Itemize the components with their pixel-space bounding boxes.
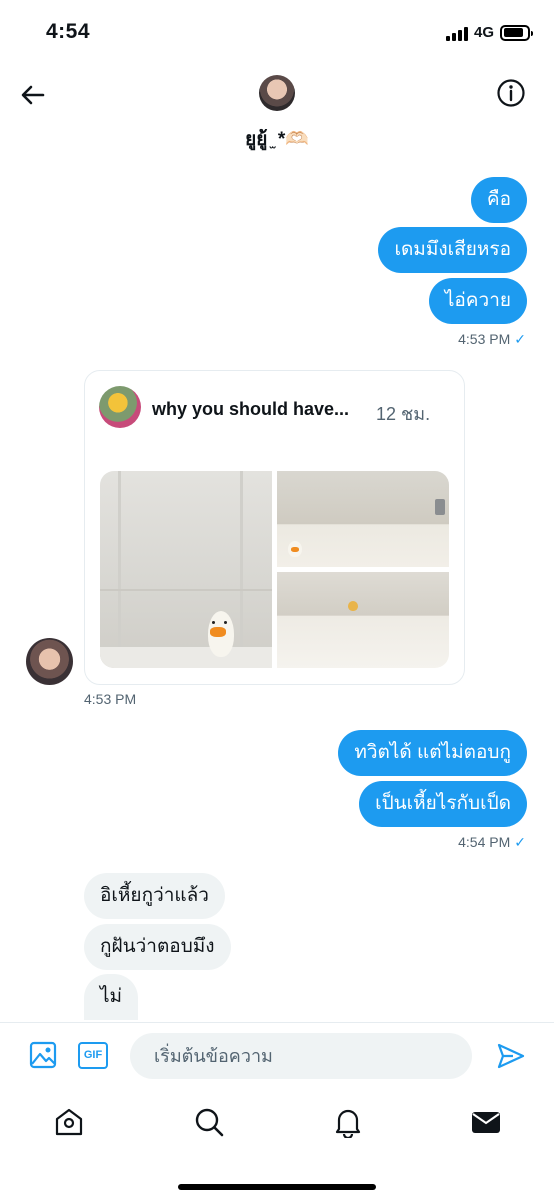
message-composer: GIF	[0, 1022, 554, 1088]
message-timestamp: 4:54 PM ✓	[458, 834, 526, 851]
home-icon	[55, 1108, 83, 1136]
duck-image	[348, 601, 358, 611]
send-button[interactable]	[496, 1041, 526, 1071]
tweet-image[interactable]	[100, 471, 272, 668]
gif-button[interactable]: GIF	[78, 1042, 108, 1069]
search-icon	[195, 1108, 224, 1137]
shared-tweet-card[interactable]: why you should have... 12 ชม.	[84, 370, 465, 685]
timestamp-text: 4:54 PM	[458, 834, 511, 850]
contact-avatar[interactable]	[259, 75, 295, 111]
arrow-left-icon	[21, 85, 45, 105]
tweet-media-grid[interactable]	[100, 471, 449, 668]
status-bar: 4:54 4G	[0, 0, 554, 62]
bottom-tab-bar	[0, 1088, 554, 1200]
outgoing-message[interactable]: เดมมึงเสียหรอ	[378, 227, 527, 273]
add-image-button[interactable]	[29, 1041, 57, 1069]
status-indicators: 4G	[445, 24, 533, 41]
timestamp-text: 4:53 PM	[458, 331, 511, 347]
incoming-message[interactable]: กูฝันว่าตอบมึง	[84, 924, 231, 970]
read-check-icon: ✓	[514, 834, 526, 850]
contact-name[interactable]: ยูยู้ ̫ *🫶🏻	[0, 124, 554, 154]
tweet-image[interactable]	[277, 471, 449, 567]
tab-home[interactable]	[53, 1106, 85, 1138]
status-time: 4:54	[46, 20, 91, 43]
tweet-time: 12 ชม.	[376, 404, 431, 424]
incoming-message[interactable]: ไม่	[84, 974, 139, 1020]
message-timestamp: 4:53 PM	[84, 691, 137, 707]
info-icon	[497, 79, 525, 107]
incoming-message[interactable]: อิเหี้ยกูว่าแล้ว	[84, 873, 225, 919]
sender-avatar[interactable]	[26, 638, 73, 685]
tab-search[interactable]	[193, 1106, 225, 1138]
conversation-header: ยูยู้ ̫ *🫶🏻	[0, 62, 554, 162]
message-timestamp: 4:53 PM ✓	[458, 331, 526, 348]
outgoing-message[interactable]: คือ	[470, 177, 527, 223]
bell-icon	[335, 1109, 361, 1140]
tweet-author-name[interactable]: why you should have...	[152, 399, 349, 420]
send-icon	[497, 1043, 525, 1069]
outgoing-message[interactable]: ทวิตได้ แต่ไม่ตอบกู	[338, 730, 527, 776]
mail-icon	[472, 1112, 500, 1133]
info-button[interactable]	[496, 78, 526, 108]
outgoing-message[interactable]: เป็นเหี้ยไรกับเป็ด	[359, 781, 527, 827]
outgoing-message[interactable]: ไอ่ควาย	[428, 278, 527, 324]
home-indicator	[178, 1184, 376, 1190]
image-icon	[29, 1041, 57, 1069]
back-button[interactable]	[18, 80, 48, 110]
tweet-author-avatar[interactable]	[99, 386, 141, 428]
message-input[interactable]	[130, 1033, 472, 1079]
battery-icon	[500, 24, 533, 41]
read-check-icon: ✓	[514, 331, 526, 347]
tab-notifications[interactable]	[332, 1106, 364, 1140]
network-type: 4G	[473, 24, 494, 41]
tweet-image[interactable]	[277, 572, 449, 668]
tab-messages[interactable]	[470, 1106, 502, 1138]
signal-icon	[445, 25, 468, 41]
